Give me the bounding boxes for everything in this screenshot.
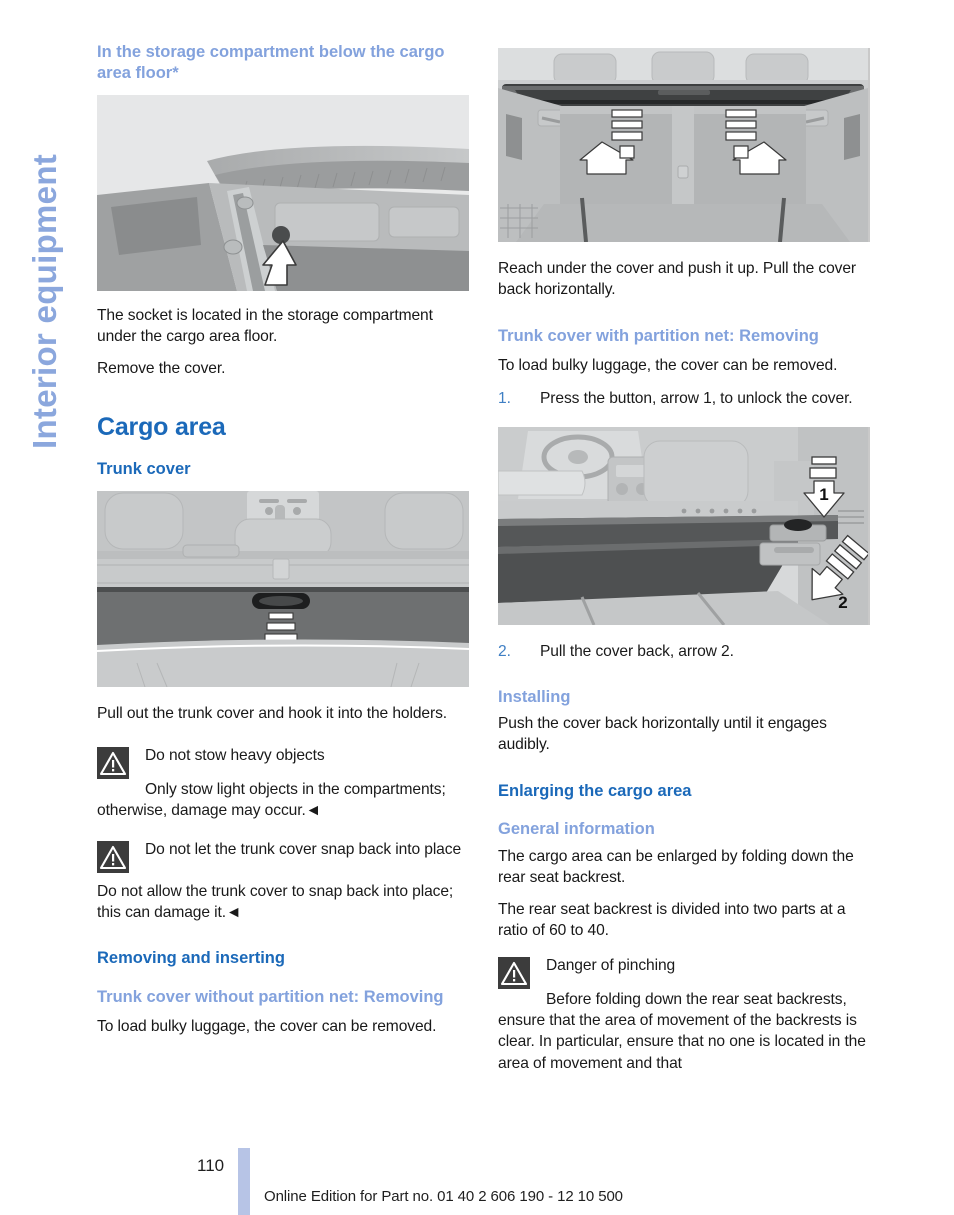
para-socket-location: The socket is located in the storage com… [97, 307, 433, 346]
warning-snap-back-title: Do not let the trunk cover snap back int… [145, 841, 462, 859]
side-tab-label: Interior equipment [26, 153, 63, 449]
warning-triangle-icon [97, 841, 129, 874]
figure-storage-compartment [97, 95, 469, 292]
warning-snap-back-body: Do not allow the trunk cover to snap bac… [97, 883, 454, 922]
heading-installing: Installing [498, 687, 571, 706]
left-column: In the storage compartment below the car… [97, 42, 469, 1037]
list-item-number: 1. [498, 390, 511, 408]
footer-accent-bar [238, 1148, 250, 1215]
para-remove-cover: Remove the cover. [97, 359, 226, 377]
heading-with-partition-net: Trunk cover with partition net: Removing [498, 327, 819, 346]
list-item-text: Press the button, arrow 1, to unlock the… [540, 390, 853, 408]
page-footer: 110 Online Edition for Part no. 01 40 2 … [0, 1148, 954, 1215]
heading-enlarging-cargo-area: Enlarging the cargo area [498, 781, 692, 800]
right-column: Reach under the cover and push it up. Pu… [498, 48, 870, 1074]
list-item: 2. Pull the cover back, arrow 2. [498, 641, 870, 662]
warning-heavy-objects-title: Do not stow heavy objects [145, 746, 325, 764]
side-tab: Interior equipment [0, 0, 96, 520]
para-installing: Push the cover back horizontally until i… [498, 715, 827, 754]
warning-heavy-objects: Do not stow heavy objects Only stow ligh… [97, 745, 469, 821]
heading-removing-inserting: Removing and inserting [97, 949, 285, 968]
warning-snap-back: Do not let the trunk cover snap back int… [97, 839, 469, 923]
warning-heavy-objects-body: Only stow light objects in the compartme… [97, 780, 446, 819]
steps-removing-list: 1. Press the button, arrow 1, to unlock … [498, 388, 870, 409]
figure-cargo-area-push-up [498, 48, 870, 242]
list-item-number: 2. [498, 643, 511, 661]
para-bulky-luggage-left: To load bulky luggage, the cover can be … [97, 1017, 437, 1035]
heading-storage-compartment: In the storage compartment below the car… [97, 43, 445, 82]
list-item-text: Pull the cover back, arrow 2. [540, 643, 734, 661]
warning-pinching-body: Before folding down the rear seat backre… [498, 990, 866, 1072]
page-number: 110 [197, 1156, 225, 1175]
heading-general-information: General information [498, 820, 655, 839]
para-reach-under-cover: Reach under the cover and push it up. Pu… [498, 260, 857, 299]
warning-pinching-title: Danger of pinching [546, 956, 676, 974]
arrow-label-2: 2 [838, 593, 847, 612]
warning-triangle-icon [498, 956, 530, 989]
figure-trunk-cover [97, 491, 469, 688]
para-cargo-enlarged: The cargo area can be enlarged by foldin… [498, 848, 854, 887]
heading-trunk-cover: Trunk cover [97, 459, 191, 478]
para-bulky-luggage-right: To load bulky luggage, the cover can be … [498, 357, 838, 375]
figure-trunk-cover-arrows: 1 2 [498, 427, 870, 626]
heading-without-partition-net: Trunk cover without partition net: Remov… [97, 988, 444, 1007]
arrow-label-1: 1 [819, 485, 828, 504]
list-item: 1. Press the button, arrow 1, to unlock … [498, 388, 870, 409]
para-backrest-ratio: The rear seat backrest is divided into t… [498, 900, 846, 939]
warning-triangle-icon [97, 746, 129, 779]
steps-removing-list-2: 2. Pull the cover back, arrow 2. [498, 641, 870, 662]
heading-cargo-area: Cargo area [97, 412, 226, 441]
warning-danger-of-pinching: Danger of pinching Before folding down t… [498, 955, 870, 1074]
footer-edition-note: Online Edition for Part no. 01 40 2 606 … [264, 1188, 623, 1205]
manual-page: Interior equipment In the storage compar… [0, 0, 954, 1215]
para-pull-out-trunk-cover: Pull out the trunk cover and hook it int… [97, 705, 448, 723]
